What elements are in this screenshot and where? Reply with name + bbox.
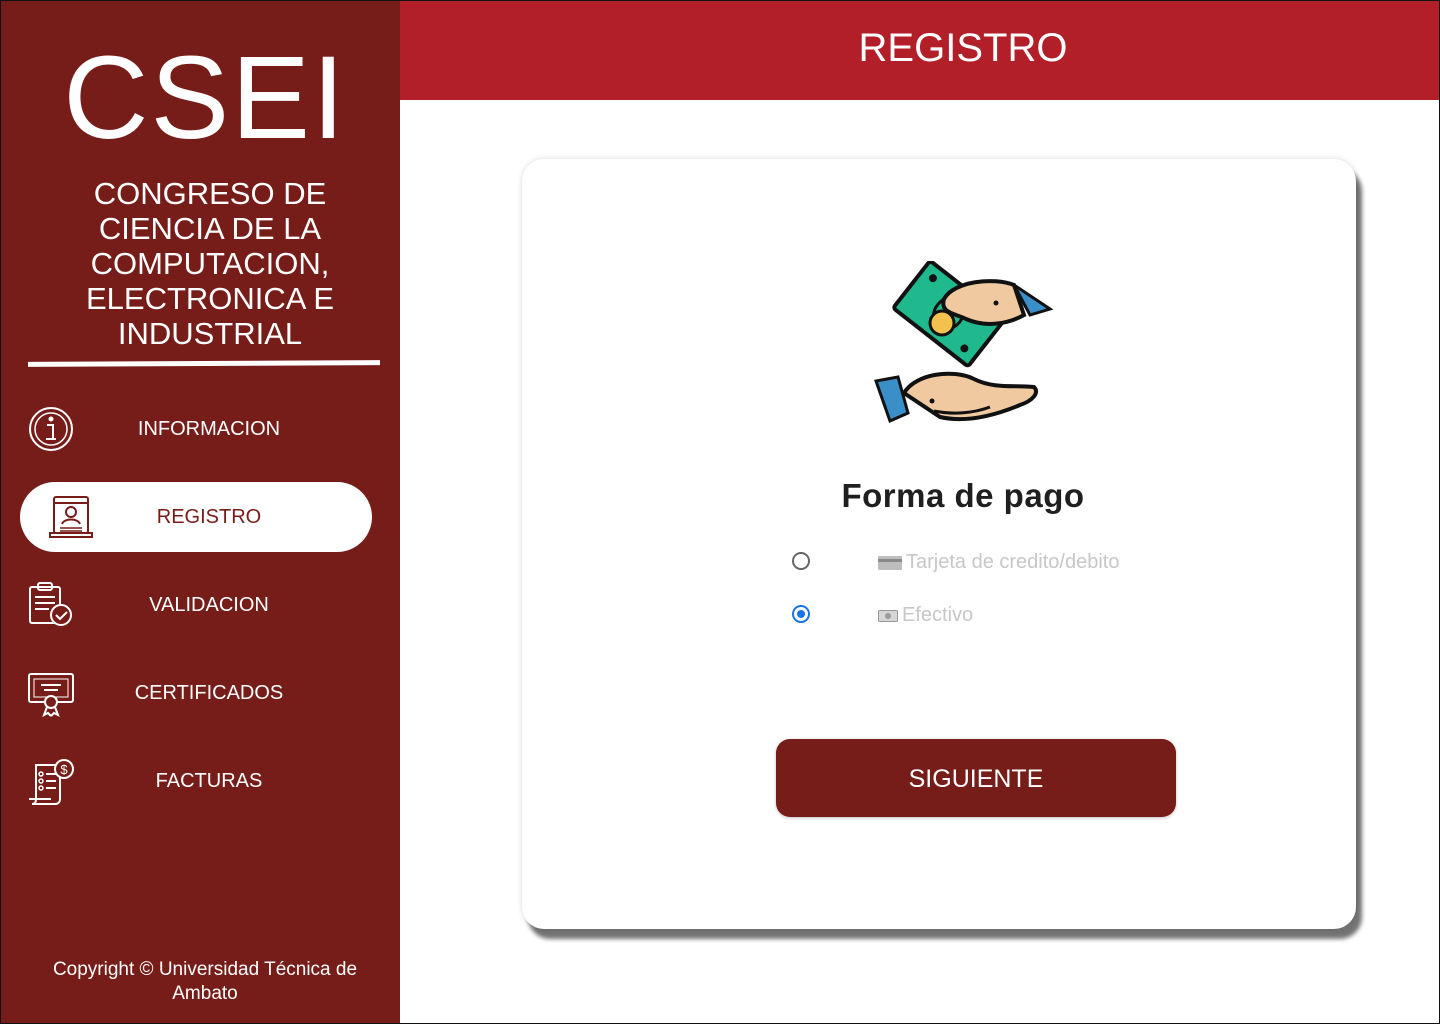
hand-money-payment-icon — [874, 259, 1054, 451]
payment-method-title: Forma de pago — [841, 477, 1085, 514]
cash-radio[interactable] — [792, 605, 810, 623]
sidebar-item-label: FACTURAS — [155, 769, 263, 792]
sidebar-item-label: CERTIFICADOS — [134, 681, 284, 704]
sidebar-item-registro[interactable]: REGISTRO — [20, 482, 372, 552]
sidebar-item-facturas[interactable]: $ FACTURAS — [20, 746, 372, 816]
sidebar: CSEI CONGRESO DE CIENCIA DE LA COMPUTACI… — [0, 0, 400, 1024]
app-subtitle: CONGRESO DE CIENCIA DE LA COMPUTACION, E… — [85, 176, 335, 351]
card-option-label: Tarjeta de credito/debito — [906, 551, 1120, 573]
payment-option-card[interactable]: Tarjeta de credito/debito — [792, 549, 1192, 579]
sidebar-divider — [27, 360, 381, 367]
sidebar-item-validacion[interactable]: VALIDACION — [20, 570, 372, 640]
next-button[interactable]: SIGUIENTE — [776, 739, 1176, 817]
cash-icon — [878, 609, 898, 623]
copyright-text: Copyright © Universidad Técnica de Ambat… — [52, 959, 358, 1004]
sidebar-item-label: INFORMACION — [137, 417, 281, 440]
payment-option-cash[interactable]: Efectivo — [792, 602, 1192, 632]
cash-option-label: Efectivo — [902, 604, 974, 626]
page-title: REGISTRO — [858, 26, 1068, 70]
sidebar-item-label: REGISTRO — [156, 505, 262, 528]
credit-card-icon — [878, 556, 902, 570]
sidebar-item-informacion[interactable]: INFORMACION — [20, 394, 372, 464]
app-logo: CSEI — [63, 32, 347, 164]
sidebar-item-label: VALIDACION — [149, 593, 269, 616]
card-radio[interactable] — [792, 552, 810, 570]
top-header: REGISTRO — [400, 0, 1440, 100]
payment-card: Forma de pago Tarjeta de credito/debito … — [522, 159, 1356, 929]
sidebar-item-certificados[interactable]: CERTIFICADOS — [20, 658, 372, 728]
